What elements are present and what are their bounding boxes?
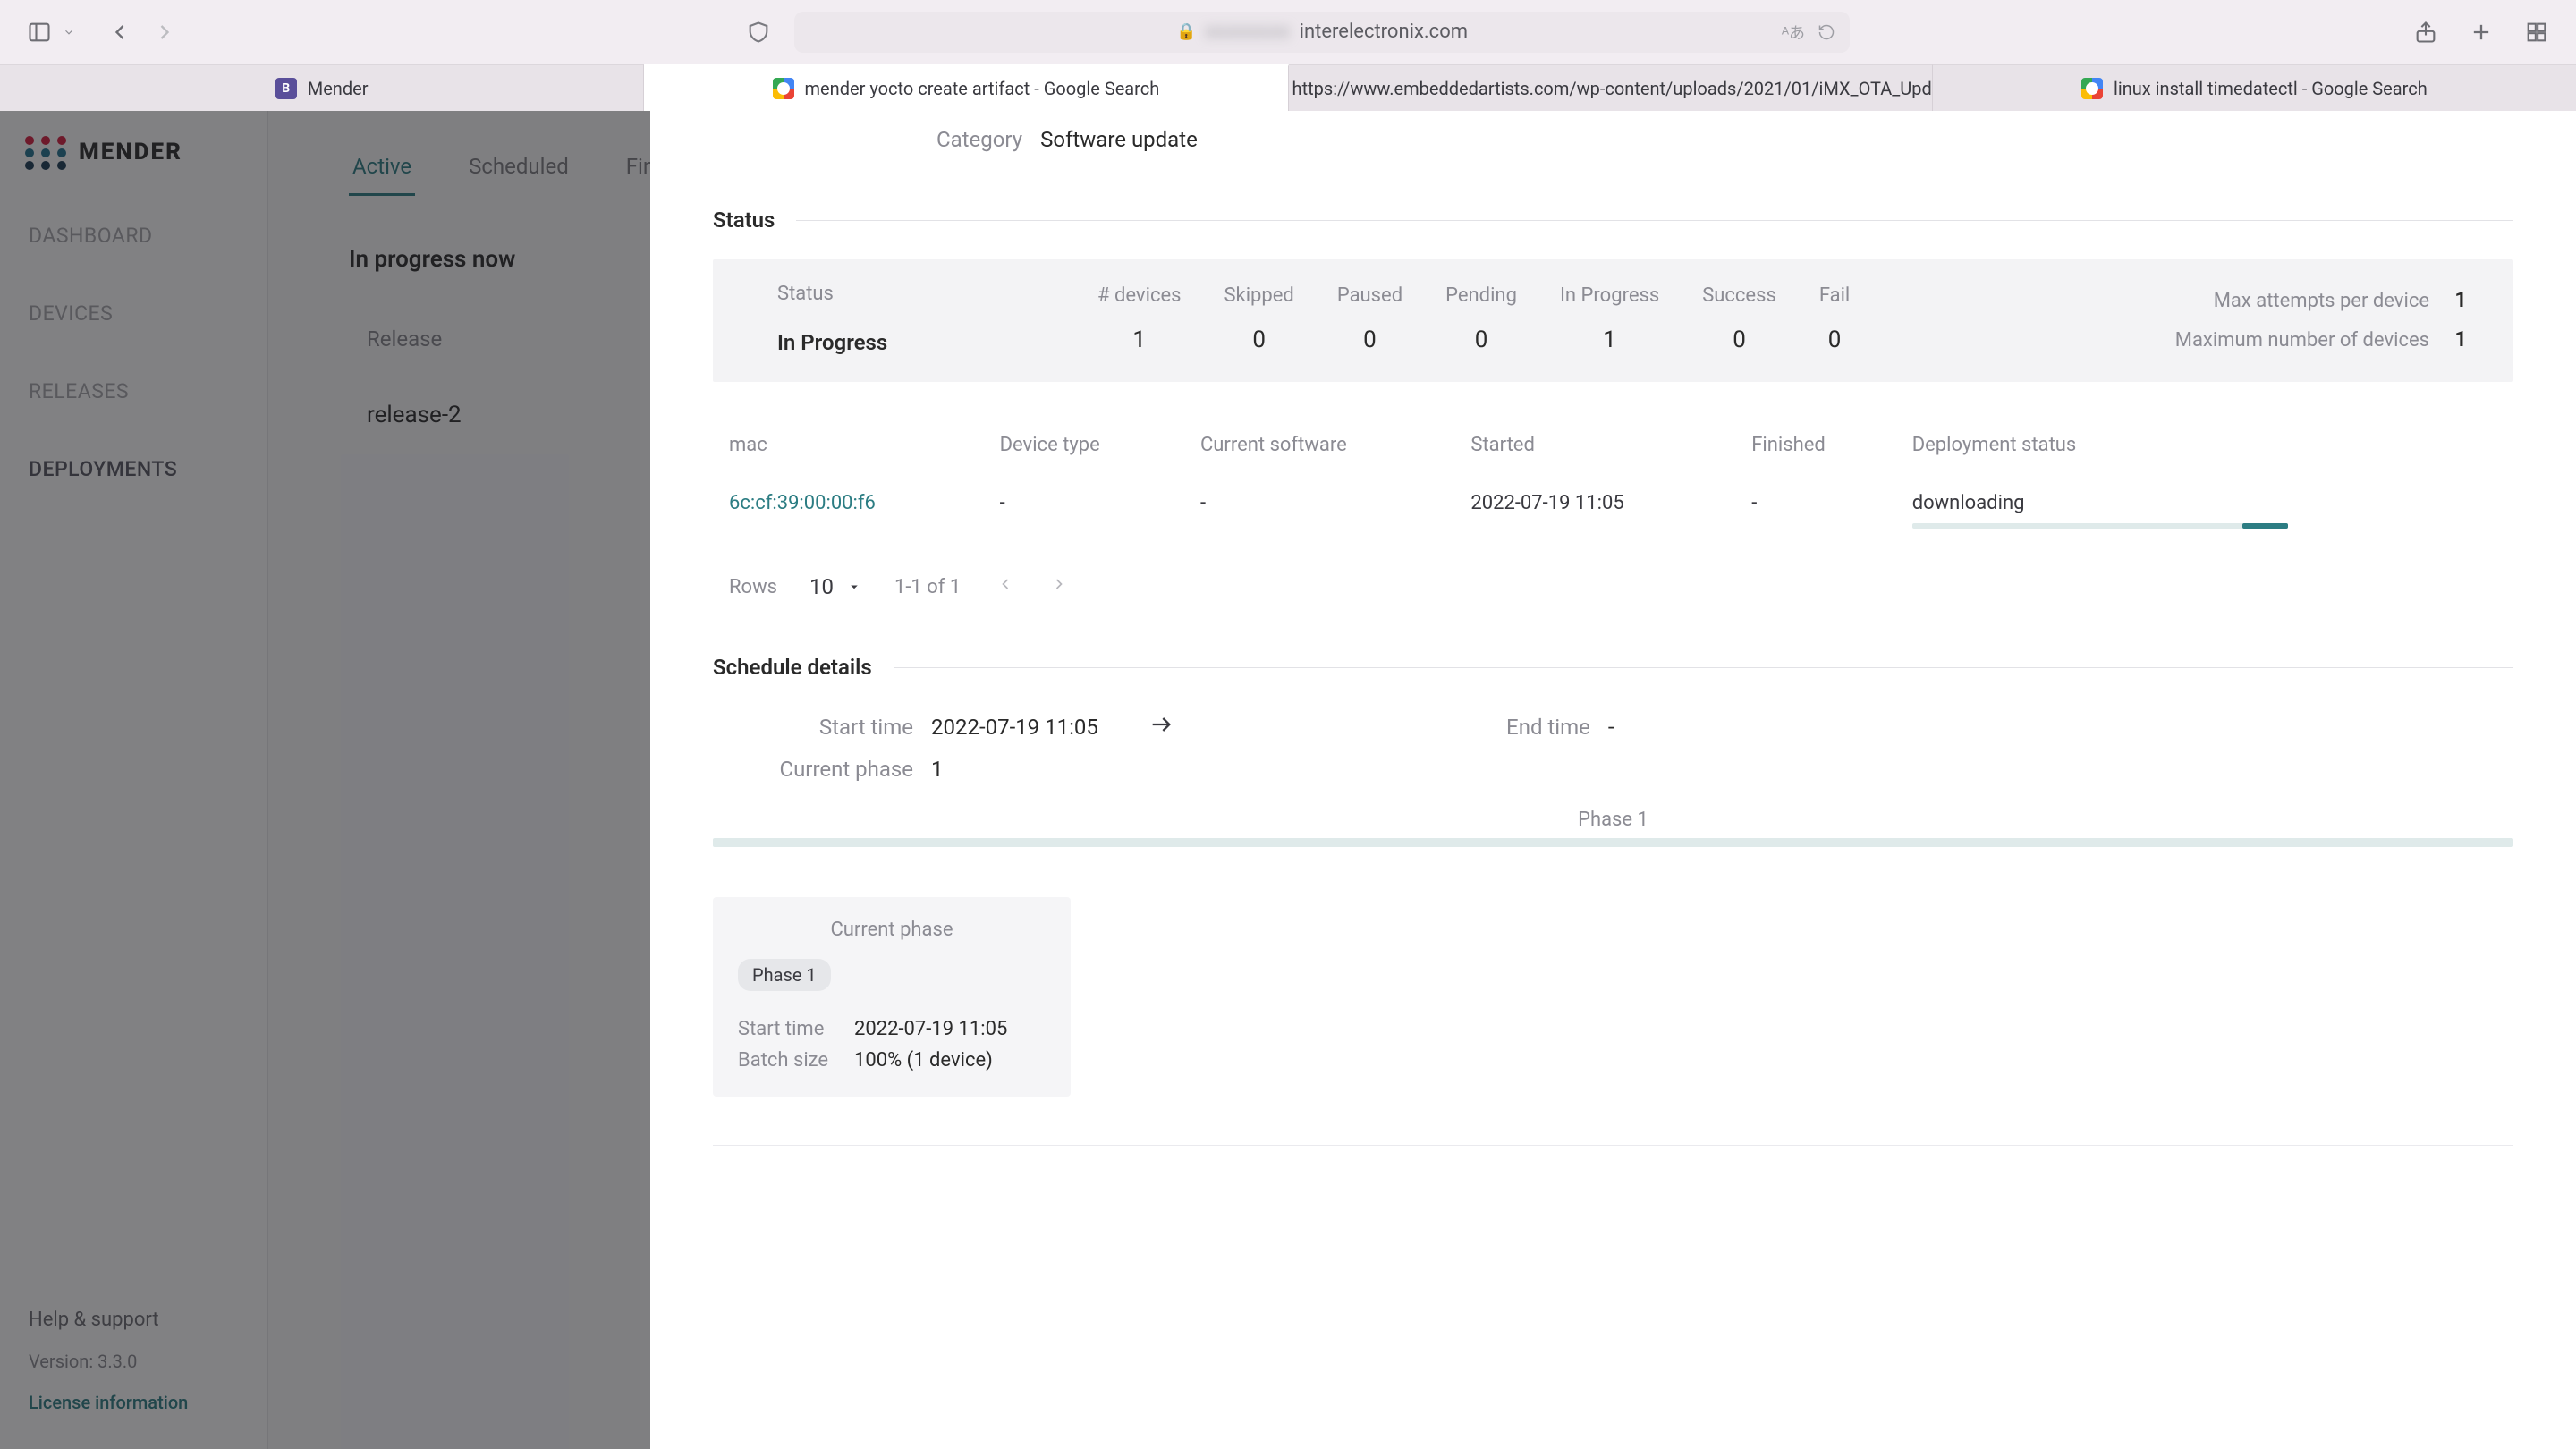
share-icon[interactable] bbox=[2408, 14, 2444, 50]
devices-table: mac Device type Current software Started… bbox=[713, 423, 2513, 538]
pagination: Rows 10 1-1 of 1 bbox=[713, 574, 2513, 599]
browser-tab[interactable]: B Mender bbox=[0, 64, 644, 111]
count-header: Paused bbox=[1337, 284, 1402, 307]
count-value: 0 bbox=[1337, 326, 1402, 353]
phase-batch-label: Batch size bbox=[738, 1049, 836, 1072]
address-bar[interactable]: 🔒 xxxxxxxx interelectronix.com ᴬあ bbox=[794, 12, 1850, 53]
col-header-started[interactable]: Started bbox=[1454, 423, 1735, 467]
count-value: 1 bbox=[1560, 326, 1659, 353]
count-value: 0 bbox=[1224, 326, 1293, 353]
nav-forward-button[interactable] bbox=[147, 14, 182, 50]
count-header: # devices bbox=[1097, 284, 1181, 307]
phase-start-label: Start time bbox=[738, 1018, 836, 1040]
col-header-deployment-status[interactable]: Deployment status bbox=[1896, 423, 2513, 467]
sidebar-toggle[interactable] bbox=[21, 14, 75, 50]
browser-tabbar: B Mender mender yocto create artifact - … bbox=[0, 64, 2576, 111]
stat-value: 1 bbox=[2449, 287, 2467, 312]
address-blur: xxxxxxxx bbox=[1205, 21, 1290, 43]
category-label: Category bbox=[936, 127, 1022, 152]
privacy-shield-icon[interactable] bbox=[741, 14, 776, 50]
count-header: Fail bbox=[1819, 284, 1850, 307]
address-domain: interelectronix.com bbox=[1300, 21, 1468, 43]
reload-icon[interactable] bbox=[1818, 23, 1835, 41]
count-header: Success bbox=[1702, 284, 1776, 307]
deployment-detail-panel: Category Software update Status Status I… bbox=[650, 111, 2576, 1449]
category-value: Software update bbox=[1040, 127, 1198, 152]
phase-batch-value: 100% (1 device) bbox=[854, 1049, 993, 1072]
col-header-finished[interactable]: Finished bbox=[1735, 423, 1895, 467]
tab-label: Mender bbox=[308, 78, 369, 99]
end-time-label: End time bbox=[1456, 715, 1590, 740]
status-summary-box: Status In Progress # devices Skipped Pau… bbox=[713, 259, 2513, 382]
current-phase-label: Current phase bbox=[716, 757, 913, 782]
section-divider bbox=[796, 220, 2513, 221]
pagination-next-button[interactable] bbox=[1050, 575, 1068, 598]
cell-device-type: - bbox=[984, 467, 1184, 538]
tab-overview-icon[interactable] bbox=[2519, 14, 2555, 50]
table-row[interactable]: 6c:cf:39:00:00:f6 - - 2022-07-19 11:05 -… bbox=[713, 467, 2513, 538]
new-tab-icon[interactable] bbox=[2463, 14, 2499, 50]
phase-chip: Phase 1 bbox=[738, 959, 831, 991]
stat-label: Maximum number of devices bbox=[2175, 329, 2429, 352]
panel-divider bbox=[713, 1145, 2513, 1146]
deployment-status-text: downloading bbox=[1912, 492, 2025, 514]
browser-toolbar: 🔒 xxxxxxxx interelectronix.com ᴬあ bbox=[0, 0, 2576, 64]
cell-deployment-status: downloading bbox=[1896, 467, 2513, 538]
count-header: Skipped bbox=[1224, 284, 1293, 307]
phase-start-value: 2022-07-19 11:05 bbox=[854, 1018, 1007, 1040]
current-phase-value: 1 bbox=[931, 757, 944, 782]
cell-started: 2022-07-19 11:05 bbox=[1454, 467, 1735, 538]
count-header: In Progress bbox=[1560, 284, 1659, 307]
col-header-current-software[interactable]: Current software bbox=[1184, 423, 1454, 467]
status-label: Status bbox=[777, 283, 1010, 305]
cell-current-software: - bbox=[1184, 467, 1454, 538]
nav-back-button[interactable] bbox=[102, 14, 138, 50]
arrow-right-icon bbox=[1148, 712, 1174, 742]
rows-per-page-select[interactable]: 10 bbox=[809, 574, 862, 599]
translate-icon[interactable]: ᴬあ bbox=[1782, 21, 1805, 44]
tab-label: mender yocto create artifact - Google Se… bbox=[805, 78, 1160, 99]
current-phase-card: Current phase Phase 1 Start time 2022-07… bbox=[713, 897, 1071, 1097]
browser-tab[interactable]: linux install timedatectl - Google Searc… bbox=[1933, 64, 2576, 111]
count-value: 0 bbox=[1445, 326, 1517, 353]
rows-label: Rows bbox=[729, 576, 777, 598]
browser-tab[interactable]: E https://www.embeddedartists.com/wp-con… bbox=[1289, 64, 1933, 111]
start-time-label: Start time bbox=[716, 715, 913, 740]
lock-icon: 🔒 bbox=[1176, 22, 1196, 41]
count-header: Pending bbox=[1445, 284, 1517, 307]
deployment-progress-bar bbox=[1912, 523, 2288, 529]
section-divider bbox=[894, 667, 2513, 668]
favicon-icon: B bbox=[275, 78, 297, 99]
device-mac-link[interactable]: 6c:cf:39:00:00:f6 bbox=[729, 492, 876, 514]
pagination-range: 1-1 of 1 bbox=[894, 576, 961, 598]
stat-value: 1 bbox=[2449, 326, 2467, 352]
favicon-icon bbox=[773, 78, 794, 99]
phase-card-title: Current phase bbox=[738, 919, 1046, 941]
tab-label: linux install timedatectl - Google Searc… bbox=[2114, 78, 2428, 99]
favicon-icon bbox=[2081, 78, 2103, 99]
count-value: 0 bbox=[1702, 326, 1776, 353]
count-value: 1 bbox=[1097, 326, 1181, 353]
status-section-title: Status bbox=[713, 208, 775, 233]
col-header-mac[interactable]: mac bbox=[713, 423, 984, 467]
schedule-section-title: Schedule details bbox=[713, 655, 872, 680]
col-header-device-type[interactable]: Device type bbox=[984, 423, 1184, 467]
browser-tab[interactable]: mender yocto create artifact - Google Se… bbox=[644, 64, 1288, 111]
pagination-prev-button[interactable] bbox=[996, 575, 1014, 598]
end-time-value: - bbox=[1608, 715, 1614, 740]
count-value: 0 bbox=[1819, 326, 1850, 353]
start-time-value: 2022-07-19 11:05 bbox=[931, 715, 1098, 740]
phase-progress-track bbox=[713, 838, 2513, 847]
status-value: In Progress bbox=[777, 330, 1010, 355]
stat-label: Max attempts per device bbox=[2214, 290, 2429, 312]
cell-finished: - bbox=[1735, 467, 1895, 538]
phase-bar-label: Phase 1 bbox=[713, 809, 2513, 831]
tab-label: https://www.embeddedartists.com/wp-conte… bbox=[1292, 78, 1933, 99]
table-header-row: mac Device type Current software Started… bbox=[713, 423, 2513, 467]
